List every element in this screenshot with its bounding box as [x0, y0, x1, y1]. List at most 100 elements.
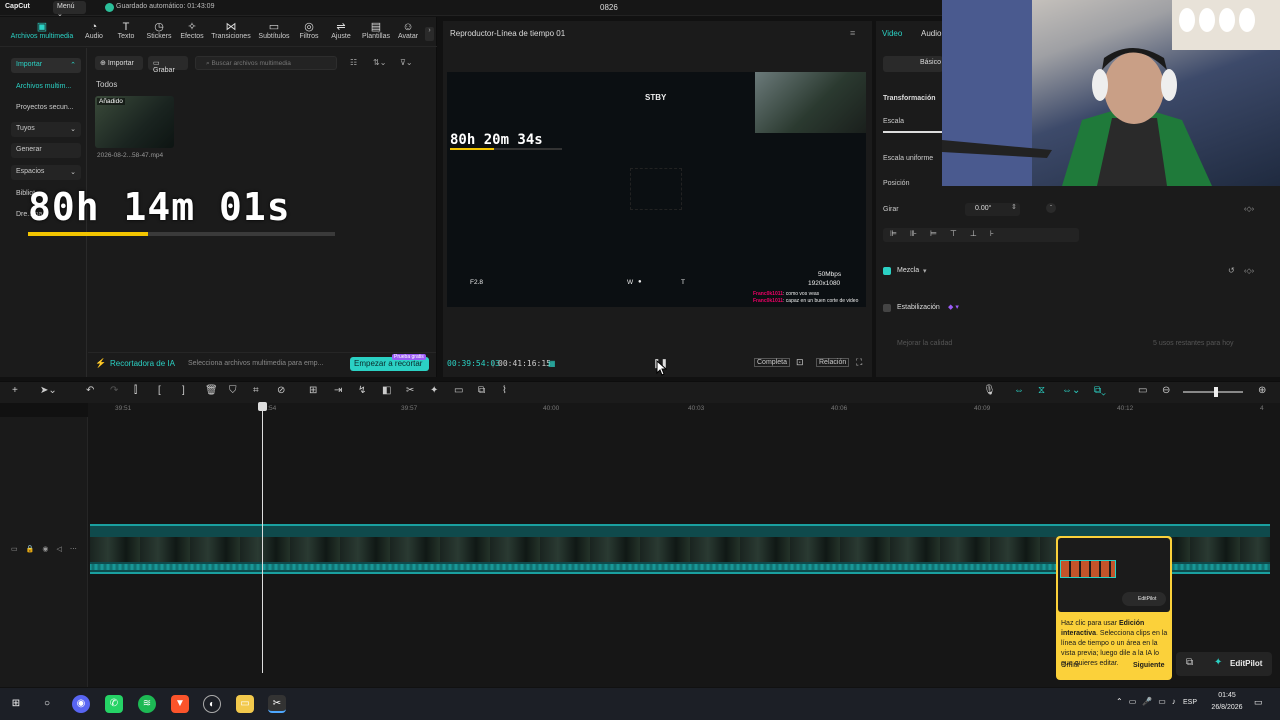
- zoom-in-icon[interactable]: ⊕: [1258, 385, 1266, 396]
- fullscreen-icon[interactable]: ⛶: [856, 357, 862, 368]
- tab-avatar[interactable]: ☺ Avatar: [396, 21, 420, 40]
- menu-button[interactable]: Menú ⌄: [53, 1, 86, 18]
- sort-icon[interactable]: ⇅⌄: [373, 58, 386, 67]
- filter-icon[interactable]: ⊽⌄: [400, 58, 413, 67]
- speed-icon[interactable]: ⇥: [334, 385, 342, 396]
- snapshot-icon[interactable]: ⊡: [796, 357, 804, 368]
- tab-effects[interactable]: ✧ Efectos: [178, 21, 206, 40]
- magic-icon[interactable]: ✦: [430, 385, 438, 396]
- select-tool-icon[interactable]: ➤⌄: [40, 385, 57, 396]
- split-right-icon[interactable]: ]: [182, 385, 185, 396]
- uniform-scale-label: Escala uniforme: [883, 155, 934, 162]
- playhead-handle[interactable]: [258, 402, 267, 411]
- redo-icon[interactable]: ↷: [110, 385, 118, 396]
- adjust-icon: ⇌: [336, 21, 346, 33]
- full-quality-button[interactable]: Completa: [754, 358, 790, 367]
- reverse-icon[interactable]: ↯: [358, 385, 366, 396]
- add-track-icon[interactable]: +: [12, 385, 18, 396]
- media-search-input[interactable]: ⌕ Buscar archivos multimedia: [195, 56, 337, 70]
- tab-text[interactable]: T Texto: [114, 21, 138, 40]
- file-explorer-icon[interactable]: ▭: [236, 695, 254, 713]
- edit-select-icon[interactable]: ⧉: [1186, 657, 1193, 668]
- brave-icon[interactable]: ▼: [171, 695, 189, 713]
- chevron-down-icon[interactable]: ▾: [923, 267, 927, 275]
- tab-templates[interactable]: ▤ Plantillas: [360, 21, 392, 40]
- record-button[interactable]: ▭ Grabar: [148, 56, 188, 74]
- cutout-icon[interactable]: ✂: [406, 385, 414, 396]
- blend-checkbox[interactable]: [883, 267, 891, 275]
- sidebar-item-yours[interactable]: Tuyos ⌄: [11, 122, 81, 137]
- search-icon[interactable]: ○: [38, 695, 56, 713]
- playhead[interactable]: [262, 403, 263, 673]
- track-controls[interactable]: ▭🔒◉◁⋯: [11, 545, 85, 553]
- marker-icon[interactable]: ⛉: [229, 385, 237, 396]
- notifications-icon[interactable]: ▭: [1254, 697, 1263, 708]
- preview-timer-fill: [450, 148, 494, 150]
- crop-icon[interactable]: ⌗: [253, 385, 259, 396]
- tab-video[interactable]: Video: [882, 29, 902, 38]
- windows-start-icon[interactable]: ⊞: [7, 695, 25, 713]
- capcut-taskbar-icon[interactable]: ✂: [268, 695, 286, 713]
- sidebar-item-secondary-projects[interactable]: Proyectos secun...: [11, 101, 81, 116]
- snap-icon[interactable]: ⇔⌄: [1062, 385, 1080, 396]
- editpilot-button[interactable]: EditPilot: [1230, 659, 1262, 668]
- microphone-icon[interactable]: 🎙: [983, 385, 996, 396]
- player-menu-icon[interactable]: ≡: [850, 28, 855, 38]
- captions-toggle-icon[interactable]: ▭: [1138, 385, 1147, 396]
- zoom-slider-handle[interactable]: [1214, 387, 1218, 397]
- preview-axis-icon[interactable]: ⧉⌄: [1094, 385, 1106, 396]
- tab-audio[interactable]: ◔ Audio: [82, 21, 106, 40]
- clock-date[interactable]: 26/8/2026: [1203, 704, 1251, 711]
- tab-filters[interactable]: ◎ Filtros: [297, 21, 321, 40]
- audio-wave-icon[interactable]: ⌇: [502, 385, 507, 396]
- delete-icon[interactable]: 🗑: [205, 385, 218, 396]
- clock-time[interactable]: 01:45: [1207, 692, 1247, 699]
- magnet-icon[interactable]: ⧖: [1038, 385, 1045, 396]
- keyframe-icon[interactable]: ‹◇›: [1244, 267, 1254, 275]
- mirror-icon[interactable]: ◧: [382, 385, 391, 396]
- sidebar-item-spaces[interactable]: Espacios ⌄: [11, 165, 81, 180]
- split-left-icon[interactable]: [: [158, 385, 161, 396]
- freeze-icon[interactable]: ⊞: [309, 385, 317, 396]
- aspect-ratio-button[interactable]: Relación: [816, 358, 850, 367]
- spotify-icon[interactable]: ≋: [138, 695, 156, 713]
- free-trial-badge: Prueba gratis: [392, 354, 426, 360]
- zoom-slider[interactable]: [1183, 391, 1243, 393]
- tip-skip-button[interactable]: Omitir: [1061, 662, 1080, 669]
- tip-next-button[interactable]: Siguiente: [1133, 662, 1165, 669]
- import-button[interactable]: ⊕ Importar: [95, 56, 143, 70]
- whatsapp-icon[interactable]: ✆: [105, 695, 123, 713]
- export-frame-icon[interactable]: ⧉: [478, 385, 485, 396]
- tab-stickers[interactable]: ◷ Stickers: [145, 21, 173, 40]
- tab-subtitles[interactable]: ▭ Subtítulos: [256, 21, 292, 40]
- sidebar-item-import[interactable]: Importar ⌃: [11, 58, 81, 73]
- tab-audio-props[interactable]: Audio: [921, 29, 941, 38]
- sidebar-item-generate[interactable]: Generar: [11, 143, 81, 158]
- basic-subtab[interactable]: Básico: [883, 56, 943, 72]
- discord-icon[interactable]: ◉: [72, 695, 90, 713]
- tab-transitions[interactable]: ⋈ Transiciones: [210, 21, 252, 40]
- preview-webcam-pip: [755, 72, 866, 133]
- align-icons[interactable]: ⊫⊪⊨⊤⊥⊦: [890, 229, 1007, 238]
- caption-icon[interactable]: ▭: [454, 385, 463, 396]
- scale-slider[interactable]: [883, 131, 943, 133]
- undo-icon[interactable]: ↶: [86, 385, 94, 396]
- sidebar-item-media[interactable]: Archivos multim...: [11, 80, 81, 95]
- system-tray-icons[interactable]: ⌃▭🎤▭♪: [1116, 697, 1182, 706]
- link-icon[interactable]: ⇔: [1014, 385, 1024, 396]
- zoom-out-icon[interactable]: ⊖: [1162, 385, 1170, 396]
- keyframe-icon[interactable]: ‹◇›: [1244, 205, 1254, 213]
- toolbar-scroll-right-icon[interactable]: ›: [425, 27, 434, 41]
- rotate-dial-icon[interactable]: -: [1046, 203, 1056, 213]
- obs-icon[interactable]: ◐: [203, 695, 221, 713]
- stabilize-checkbox[interactable]: [883, 304, 891, 312]
- timecode-grid-icon[interactable]: ▦: [548, 359, 556, 368]
- tab-adjust[interactable]: ⇌ Ajuste: [329, 21, 353, 40]
- mask-icon[interactable]: ⊘: [277, 385, 285, 396]
- tab-media[interactable]: ▣ Archivos multimedia: [8, 21, 76, 40]
- reset-icon[interactable]: ↺: [1228, 266, 1235, 275]
- view-toggle-icon[interactable]: ☷: [350, 58, 357, 67]
- stepper-icon[interactable]: ⇕: [1011, 203, 1017, 211]
- split-icon[interactable]: ⫿: [134, 385, 137, 396]
- input-language[interactable]: ESP: [1183, 699, 1197, 706]
